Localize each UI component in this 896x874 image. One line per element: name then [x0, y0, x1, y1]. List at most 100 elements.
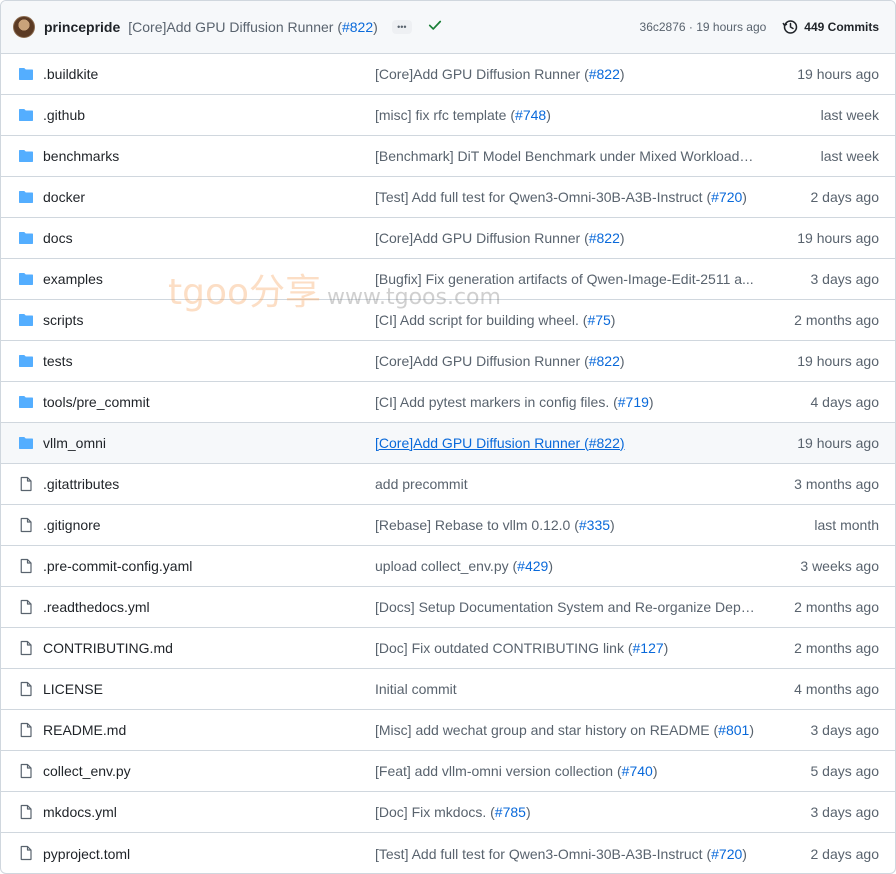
file-row[interactable]: mkdocs.yml [Doc] Fix mkdocs. (#785) 3 days…	[1, 792, 895, 833]
commit-message-link[interactable]: [Bugfix] Fix generation artifacts of Qwe…	[375, 271, 754, 287]
commit-message-link[interactable]: [Doc] Fix mkdocs. (#785)	[375, 804, 531, 820]
commit-time[interactable]: 19 hours ago	[797, 230, 879, 246]
commit-pr-link[interactable]: #822	[342, 19, 373, 35]
file-name-link[interactable]: pyproject.toml	[43, 846, 130, 862]
pr-link[interactable]: #785	[495, 804, 526, 820]
file-name-link[interactable]: docs	[43, 230, 73, 246]
pr-link[interactable]: #429	[517, 558, 548, 574]
commits-link[interactable]: 449 Commits	[782, 19, 879, 35]
file-name-link[interactable]: mkdocs.yml	[43, 804, 117, 820]
pr-link[interactable]: #740	[622, 763, 653, 779]
pr-link[interactable]: #720	[711, 846, 742, 862]
file-row[interactable]: docker [Test] Add full test for Qwen3-Omn…	[1, 177, 895, 218]
file-name-link[interactable]: docker	[43, 189, 85, 205]
commit-message-link[interactable]: [Test] Add full test for Qwen3-Omni-30B-…	[375, 189, 747, 205]
pr-link[interactable]: #720	[711, 189, 742, 205]
pr-link[interactable]: #822	[589, 435, 620, 451]
latest-commit-message[interactable]: [Core]Add GPU Diffusion Runner (#822)	[128, 19, 378, 35]
commit-time[interactable]: last week	[821, 107, 879, 123]
pr-link[interactable]: #127	[633, 640, 664, 656]
file-name-link[interactable]: README.md	[43, 722, 126, 738]
file-name-link[interactable]: examples	[43, 271, 103, 287]
commit-time[interactable]: 19 hours ago	[797, 435, 879, 451]
file-name-link[interactable]: .readthedocs.yml	[43, 599, 150, 615]
file-row[interactable]: vllm_omni [Core]Add GPU Diffusion Runner …	[1, 423, 895, 464]
file-row[interactable]: .pre-commit-config.yaml upload collect_en…	[1, 546, 895, 587]
file-row[interactable]: LICENSE Initial commit 4 months ago	[1, 669, 895, 710]
file-row[interactable]: README.md [Misc] add wechat group and sta…	[1, 710, 895, 751]
commit-message-link[interactable]: Initial commit	[375, 681, 457, 697]
commit-message-link[interactable]: upload collect_env.py (#429)	[375, 558, 553, 574]
pr-link[interactable]: #75	[587, 312, 610, 328]
file-row[interactable]: benchmarks [Benchmark] DiT Model Benchmar…	[1, 136, 895, 177]
pr-link[interactable]: #748	[515, 107, 546, 123]
file-row[interactable]: .gitattributes add precommit 3 months ago	[1, 464, 895, 505]
pr-link[interactable]: #822	[589, 230, 620, 246]
expand-commit-button[interactable]: •••	[391, 20, 412, 34]
file-name-link[interactable]: tests	[43, 353, 73, 369]
file-name-link[interactable]: vllm_omni	[43, 435, 106, 451]
commit-message-link[interactable]: [Doc] Fix outdated CONTRIBUTING link (#1…	[375, 640, 668, 656]
file-row[interactable]: tools/pre_commit [CI] Add pytest markers …	[1, 382, 895, 423]
commit-message-link[interactable]: [Core]Add GPU Diffusion Runner (#822)	[375, 353, 625, 369]
file-row[interactable]: collect_env.py [Feat] add vllm-omni versi…	[1, 751, 895, 792]
commit-message-link[interactable]: [Rebase] Rebase to vllm 0.12.0 (#335)	[375, 517, 615, 533]
commit-message-link[interactable]: [Core]Add GPU Diffusion Runner (#822)	[375, 66, 625, 82]
file-row[interactable]: .readthedocs.yml [Docs] Setup Documentati…	[1, 587, 895, 628]
file-name-link[interactable]: LICENSE	[43, 681, 103, 697]
commit-message-link[interactable]: [Core]Add GPU Diffusion Runner (#822)	[375, 435, 625, 451]
commit-message-link[interactable]: [Misc] add wechat group and star history…	[375, 722, 754, 738]
file-row[interactable]: .buildkite [Core]Add GPU Diffusion Runner…	[1, 54, 895, 95]
file-name-link[interactable]: benchmarks	[43, 148, 119, 164]
commit-time[interactable]: 2 days ago	[811, 846, 880, 862]
file-row[interactable]: pyproject.toml [Test] Add full test for Q…	[1, 833, 895, 873]
file-name-link[interactable]: .gitattributes	[43, 476, 119, 492]
commit-time[interactable]: 3 days ago	[811, 722, 880, 738]
file-row[interactable]: .gitignore [Rebase] Rebase to vllm 0.12.0…	[1, 505, 895, 546]
file-row[interactable]: scripts [CI] Add script for building whee…	[1, 300, 895, 341]
file-row[interactable]: docs [Core]Add GPU Diffusion Runner (#822…	[1, 218, 895, 259]
commit-time[interactable]: 3 months ago	[794, 476, 879, 492]
commit-message-link[interactable]: [CI] Add pytest markers in config files.…	[375, 394, 654, 410]
commit-time[interactable]: last week	[821, 148, 879, 164]
file-row[interactable]: tests [Core]Add GPU Diffusion Runner (#82…	[1, 341, 895, 382]
commit-message-link[interactable]: [Test] Add full test for Qwen3-Omni-30B-…	[375, 846, 747, 862]
file-name-link[interactable]: .pre-commit-config.yaml	[43, 558, 192, 574]
commit-message-link[interactable]: add precommit	[375, 476, 468, 492]
file-row[interactable]: examples [Bugfix] Fix generation artifact…	[1, 259, 895, 300]
file-name-link[interactable]: .github	[43, 107, 85, 123]
file-name-link[interactable]: scripts	[43, 312, 83, 328]
commit-time[interactable]: 3 days ago	[811, 804, 880, 820]
file-name-link[interactable]: collect_env.py	[43, 763, 131, 779]
commit-time[interactable]: last month	[814, 517, 879, 533]
commit-message-link[interactable]: [Benchmark] DiT Model Benchmark under Mi…	[375, 148, 759, 164]
pr-link[interactable]: #822	[589, 353, 620, 369]
commit-time[interactable]: 3 days ago	[811, 271, 880, 287]
commit-time[interactable]: 2 months ago	[794, 640, 879, 656]
commit-time[interactable]: 4 days ago	[811, 394, 880, 410]
commit-time[interactable]: 2 months ago	[794, 599, 879, 615]
commit-time[interactable]: 19 hours ago	[797, 66, 879, 82]
commit-message-link[interactable]: [Core]Add GPU Diffusion Runner (#822)	[375, 230, 625, 246]
commit-message-link[interactable]: [Feat] add vllm-omni version collection …	[375, 763, 657, 779]
commit-time[interactable]: 3 weeks ago	[800, 558, 879, 574]
pr-link[interactable]: #719	[618, 394, 649, 410]
file-name-link[interactable]: CONTRIBUTING.md	[43, 640, 173, 656]
commit-time[interactable]: 4 months ago	[794, 681, 879, 697]
commit-time[interactable]: 2 days ago	[811, 189, 880, 205]
commit-time[interactable]: 19 hours ago	[797, 353, 879, 369]
commit-message-link[interactable]: [misc] fix rfc template (#748)	[375, 107, 551, 123]
commit-time[interactable]: 2 months ago	[794, 312, 879, 328]
pr-link[interactable]: #822	[589, 66, 620, 82]
commit-hash-time[interactable]: 36c2876 · 19 hours ago	[640, 20, 767, 34]
pr-link[interactable]: #335	[579, 517, 610, 533]
commit-author[interactable]: princepride	[44, 19, 120, 35]
commit-message-link[interactable]: [CI] Add script for building wheel. (#75…	[375, 312, 615, 328]
file-name-link[interactable]: .gitignore	[43, 517, 101, 533]
commit-time[interactable]: 5 days ago	[811, 763, 880, 779]
author-avatar[interactable]	[13, 16, 35, 38]
file-row[interactable]: CONTRIBUTING.md [Doc] Fix outdated CONTRI…	[1, 628, 895, 669]
commit-message-link[interactable]: [Docs] Setup Documentation System and Re…	[375, 599, 759, 615]
pr-link[interactable]: #801	[718, 722, 749, 738]
check-icon[interactable]	[428, 18, 442, 36]
